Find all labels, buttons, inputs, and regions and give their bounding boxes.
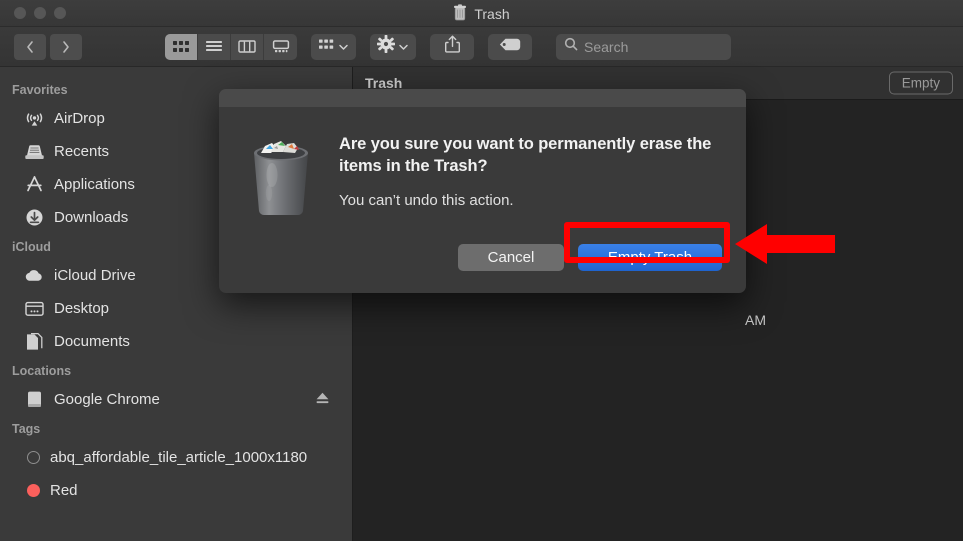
dialog-subtext: You can’t undo this action. bbox=[339, 191, 514, 209]
window-titlebar: Trash bbox=[0, 0, 963, 27]
applications-icon bbox=[24, 175, 44, 195]
search-placeholder: Search bbox=[584, 38, 629, 55]
background-timestamp-text: AM bbox=[745, 312, 766, 328]
finder-window: Trash Search Favorites AirDrop Recents A… bbox=[0, 0, 963, 541]
action-dropdown[interactable] bbox=[370, 33, 416, 60]
finder-toolbar: Search bbox=[0, 27, 963, 67]
search-icon bbox=[564, 37, 578, 56]
view-mode-segmented-control bbox=[165, 33, 297, 60]
share-icon bbox=[444, 35, 460, 58]
desktop-icon bbox=[24, 299, 44, 319]
sidebar-item-google-chrome[interactable]: Google Chrome bbox=[0, 383, 352, 416]
share-button[interactable] bbox=[430, 33, 474, 60]
back-button[interactable] bbox=[14, 33, 46, 60]
dialog-text-block: Are you sure you want to permanently era… bbox=[339, 127, 722, 224]
forward-button[interactable] bbox=[50, 33, 82, 60]
downloads-icon bbox=[24, 208, 44, 228]
eject-icon[interactable] bbox=[315, 391, 330, 409]
disk-icon bbox=[24, 390, 44, 410]
column-view-button[interactable] bbox=[231, 33, 264, 60]
sidebar-item-label: Recents bbox=[54, 143, 110, 160]
sidebar-item-label: AirDrop bbox=[54, 110, 105, 127]
window-title-text: Trash bbox=[474, 6, 510, 22]
tag-dot-icon bbox=[27, 484, 40, 497]
sidebar-item-label: abq_affordable_tile_article_1000x1180 bbox=[50, 449, 308, 466]
icon-view-button[interactable] bbox=[165, 33, 198, 60]
tag-dot-icon bbox=[27, 451, 40, 464]
full-trash-icon bbox=[245, 127, 317, 224]
gear-icon bbox=[377, 35, 395, 58]
airdrop-icon bbox=[24, 109, 44, 129]
sidebar-item-label: Downloads bbox=[54, 209, 129, 226]
dialog-body: Are you sure you want to permanently era… bbox=[219, 107, 746, 244]
chevron-down-icon bbox=[398, 38, 409, 56]
navigation-group bbox=[14, 33, 82, 60]
sidebar-item-label: Documents bbox=[54, 333, 130, 350]
sidebar-item-label: iCloud Drive bbox=[54, 267, 136, 284]
sidebar-item-label: Applications bbox=[54, 176, 135, 193]
gallery-view-button[interactable] bbox=[264, 34, 297, 60]
search-input[interactable]: Search bbox=[556, 33, 731, 60]
dialog-heading: Are you sure you want to permanently era… bbox=[339, 135, 712, 176]
sidebar-section-header-locations: Locations bbox=[12, 364, 72, 378]
sidebar-section-header-tags: Tags bbox=[12, 422, 41, 436]
list-view-button[interactable] bbox=[198, 33, 231, 60]
recents-icon bbox=[24, 142, 44, 162]
empty-trash-dialog: Are you sure you want to permanently era… bbox=[219, 89, 746, 293]
sidebar-item-tag-abq[interactable]: abq_affordable_tile_article_1000x1180 bbox=[0, 441, 352, 474]
trash-icon bbox=[453, 4, 467, 24]
sidebar-item-documents[interactable]: Documents bbox=[0, 325, 352, 358]
sidebar-item-label: Desktop bbox=[54, 300, 110, 317]
empty-trash-button[interactable]: Empty Trash bbox=[578, 244, 722, 271]
dialog-button-row: Cancel Empty Trash bbox=[219, 244, 746, 293]
cancel-button[interactable]: Cancel bbox=[458, 244, 564, 271]
tags-button[interactable] bbox=[488, 33, 532, 60]
empty-button[interactable]: Empty bbox=[888, 71, 953, 95]
dialog-titlebar bbox=[219, 89, 746, 107]
grid-small-icon bbox=[318, 38, 335, 56]
window-title-area: Trash bbox=[0, 4, 963, 24]
tag-icon bbox=[499, 38, 521, 56]
group-by-dropdown[interactable] bbox=[311, 33, 356, 60]
sidebar-item-label: Red bbox=[50, 482, 78, 499]
sidebar-item-tag-red[interactable]: Red bbox=[0, 474, 352, 507]
sidebar-item-desktop[interactable]: Desktop bbox=[0, 292, 352, 325]
chevron-down-icon bbox=[338, 38, 349, 56]
sidebar-item-label: Google Chrome bbox=[54, 391, 160, 408]
annotation-arrow-icon bbox=[735, 222, 835, 266]
cloud-icon bbox=[24, 266, 44, 286]
documents-icon bbox=[24, 332, 44, 352]
